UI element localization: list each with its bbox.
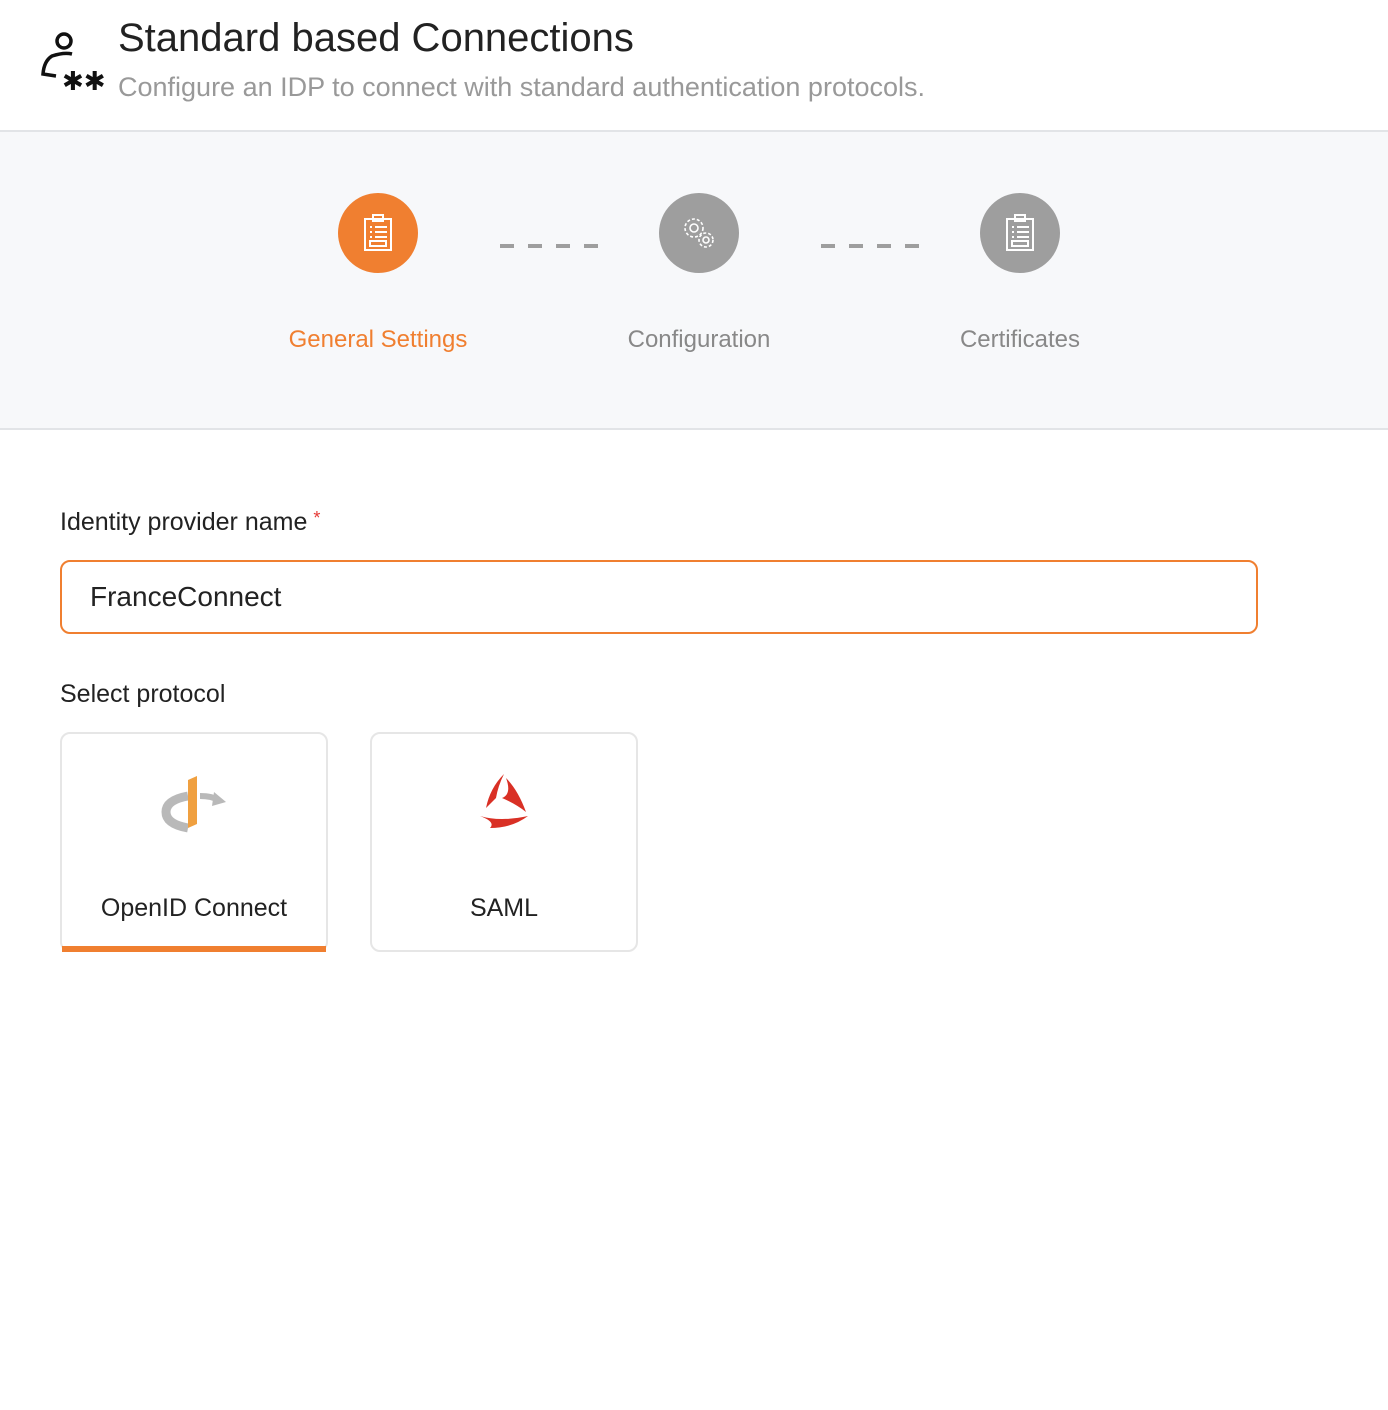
selected-indicator <box>62 946 326 952</box>
step-general-settings[interactable] <box>338 193 418 273</box>
svg-text:✱✱: ✱✱ <box>62 67 104 94</box>
protocol-card-openid[interactable]: OpenID Connect <box>60 732 328 952</box>
gears-icon <box>684 218 714 248</box>
protocol-label: Select protocol <box>60 680 226 708</box>
step-connector <box>821 244 921 248</box>
saml-icon <box>480 774 528 828</box>
protocol-name: SAML <box>469 894 539 922</box>
step-label: Certificates <box>959 326 1081 353</box>
protocol-name: OpenID Connect <box>100 894 288 922</box>
user-key-icon: ✱✱ <box>41 32 104 94</box>
step-label: Configuration <box>627 326 771 353</box>
step-label: General Settings <box>288 326 468 353</box>
openid-icon <box>161 776 226 833</box>
clipboard-icon <box>364 214 392 251</box>
step-certificates[interactable] <box>980 193 1060 273</box>
page-title: Standard based Connections <box>118 16 634 60</box>
idp-name-label: Identity provider name * <box>60 508 320 537</box>
page-subtitle: Configure an IDP to connect with standar… <box>118 72 925 102</box>
idp-name-input[interactable] <box>60 560 1258 634</box>
step-connector <box>500 244 600 248</box>
clipboard-icon <box>1006 214 1034 251</box>
wizard-stepper: General Settings Configuration Certifica… <box>0 132 1388 430</box>
idp-name-label-text: Identity provider name <box>60 508 308 536</box>
protocol-card-saml[interactable]: SAML <box>370 732 638 952</box>
required-mark: * <box>313 508 321 528</box>
step-configuration[interactable] <box>659 193 739 273</box>
page-header: ✱✱ Standard based Connections Configure … <box>0 0 1388 132</box>
